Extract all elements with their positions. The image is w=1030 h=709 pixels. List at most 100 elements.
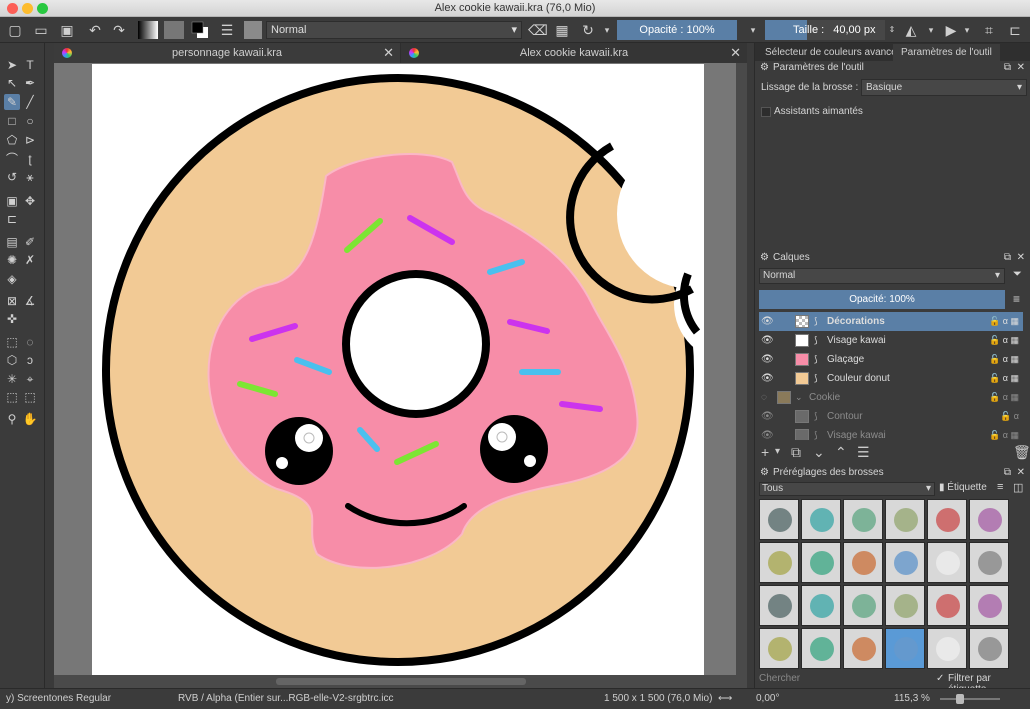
brush-tag-select[interactable]: Tous ▾: [759, 482, 935, 496]
brush-preset-item[interactable]: [843, 628, 883, 669]
fg-bg-color-icon[interactable]: [191, 21, 209, 39]
duplicate-layer-icon[interactable]: ⧉: [791, 442, 801, 462]
open-document-icon[interactable]: ▭: [32, 21, 50, 39]
multibrush-icon[interactable]: ⚹: [22, 169, 38, 185]
close-window-button[interactable]: [7, 3, 18, 14]
size-slider[interactable]: Taille : 40,00 px: [765, 20, 885, 40]
brush-preset-item[interactable]: [801, 628, 841, 669]
eraser-mode-icon[interactable]: ⌫: [528, 21, 548, 39]
layer-opacity-slider[interactable]: Opacité: 100%: [759, 290, 1005, 309]
brush-preset-item[interactable]: [927, 628, 967, 669]
delete-layer-icon[interactable]: 🗑: [1013, 442, 1030, 462]
brush-preset-icon[interactable]: [244, 21, 262, 39]
wrap-around-icon[interactable]: ⌗: [980, 21, 998, 39]
brush-preset-item[interactable]: [885, 585, 925, 626]
layer-flags-icon[interactable]: 🔓 α ▦: [989, 426, 1019, 440]
brush-preset-item[interactable]: [885, 542, 925, 583]
tag-button[interactable]: ▮ Étiquette: [939, 482, 993, 496]
magnetic-select-icon[interactable]: ⬚: [22, 389, 38, 405]
select-shapes-icon[interactable]: ➤: [4, 57, 20, 73]
close-icon[interactable]: ✕: [1017, 60, 1025, 76]
float-icon[interactable]: ⧉: [1004, 465, 1011, 481]
text-tool-icon[interactable]: T: [22, 57, 38, 73]
pan-tool-icon[interactable]: ✋: [22, 411, 38, 427]
edit-shapes-icon[interactable]: ↖: [4, 75, 20, 91]
size-spin-icon[interactable]: ⇕: [888, 21, 896, 39]
tab-alex-cookie[interactable]: Alex cookie kawaii.kra ✕: [401, 43, 747, 63]
layer-blend-select[interactable]: Normal ▾: [759, 268, 1005, 284]
layer-row-visage-2[interactable]: 👁 ⟆ Visage kawai 🔓 α ▦: [759, 426, 1023, 440]
mirror-horizontal-icon[interactable]: ◭: [902, 21, 920, 39]
tab-personnage[interactable]: personnage kawaii.kra ✕: [54, 43, 400, 63]
smart-patch-icon[interactable]: ✺: [4, 252, 20, 268]
pattern-selector[interactable]: [164, 21, 184, 39]
brush-preset-item[interactable]: [885, 628, 925, 669]
layer-row-couleur[interactable]: 👁 ⟆ Couleur donut 🔓 α ▦: [759, 369, 1023, 388]
layer-properties-icon[interactable]: ☰: [857, 442, 870, 462]
brush-preset-item[interactable]: [843, 499, 883, 540]
reference-tool-icon[interactable]: ✜: [4, 311, 20, 327]
brush-preset-item[interactable]: [759, 542, 799, 583]
menu-icon[interactable]: ≡: [1013, 292, 1020, 306]
layer-row-glacage[interactable]: 👁 ⟆ Glaçage 🔓 α ▦: [759, 350, 1023, 369]
brush-preset-item[interactable]: [801, 585, 841, 626]
layer-row-cookie[interactable]: ◌ ⌄ Cookie 🔓 α ▦: [759, 388, 1023, 407]
assistant-tool-icon[interactable]: ✗: [22, 252, 38, 268]
add-layer-icon[interactable]: +: [761, 442, 769, 462]
layer-flags-icon[interactable]: 🔓 α ▦: [989, 369, 1019, 388]
save-icon[interactable]: ▣: [58, 21, 76, 39]
magnetic-assistants-checkbox[interactable]: [761, 107, 771, 117]
brush-preset-item[interactable]: [885, 499, 925, 540]
outline-select-icon[interactable]: ↄ: [22, 352, 38, 368]
smoothing-select[interactable]: Basique ▾: [861, 79, 1027, 96]
layer-row-contour[interactable]: 👁 ⟆ Contour 🔓 α: [759, 407, 1023, 426]
close-icon[interactable]: ✕: [1017, 465, 1025, 481]
rect-select-icon[interactable]: ⬚: [4, 334, 20, 350]
calligraphy-icon[interactable]: ✒: [22, 75, 38, 91]
blend-mode-select[interactable]: Normal ▾: [266, 21, 522, 39]
visibility-icon[interactable]: 👁: [761, 407, 774, 426]
expand-icon[interactable]: ⌄: [795, 388, 803, 407]
layer-flags-icon[interactable]: 🔓 α: [1000, 407, 1019, 426]
move-down-icon[interactable]: ⌄: [813, 442, 825, 462]
crop-tool-icon[interactable]: ⊏: [4, 211, 20, 227]
gradient-tool-icon[interactable]: ▤: [4, 234, 20, 250]
layer-row-decorations[interactable]: 👁 ⟆ Décorations 🔓 α ▦: [759, 312, 1023, 331]
polygon-tool-icon[interactable]: ⬠: [4, 132, 20, 148]
add-dropdown-icon[interactable]: ▾: [775, 442, 780, 462]
view-mode-icon[interactable]: ◫: [1013, 481, 1023, 494]
opacity-slider[interactable]: Opacité : 100%: [617, 20, 737, 40]
status-color-profile[interactable]: RVB / Alpha (Entier sur...RGB-elle-V2-sr…: [178, 689, 393, 709]
redo-icon[interactable]: ↷: [110, 21, 128, 39]
close-icon[interactable]: ✕: [383, 43, 394, 63]
visibility-icon[interactable]: 👁: [761, 350, 774, 369]
layer-flags-icon[interactable]: 🔓 α ▦: [989, 350, 1019, 369]
float-icon[interactable]: ⧉: [1004, 250, 1011, 266]
visibility-icon[interactable]: 👁: [761, 331, 774, 350]
visibility-icon[interactable]: 👁: [761, 312, 774, 331]
brush-preset-item[interactable]: [801, 499, 841, 540]
brush-preset-item[interactable]: [969, 628, 1009, 669]
move-up-icon[interactable]: ⌃: [835, 442, 847, 462]
color-picker-icon[interactable]: ✐: [22, 234, 38, 250]
rotation-reset-icon[interactable]: ⟷: [718, 689, 732, 709]
reload-preset-icon[interactable]: ↻: [580, 21, 596, 39]
crop-icon[interactable]: ⊏: [1006, 21, 1024, 39]
brush-preset-item[interactable]: [927, 585, 967, 626]
freehand-path-icon[interactable]: ʈ: [22, 151, 38, 167]
float-icon[interactable]: ⧉: [1004, 60, 1011, 76]
mirror-v-dropdown-icon[interactable]: ▾: [962, 21, 972, 39]
scroll-thumb[interactable]: [276, 678, 526, 685]
ellipse-tool-icon[interactable]: ○: [22, 113, 38, 129]
layer-flags-icon[interactable]: 🔓 α ▦: [989, 312, 1019, 331]
contiguous-select-icon[interactable]: ✳: [4, 371, 20, 387]
preserve-alpha-icon[interactable]: ▦: [554, 21, 570, 39]
undo-icon[interactable]: ↶: [86, 21, 104, 39]
brush-preset-item[interactable]: [759, 499, 799, 540]
layer-row-visage[interactable]: 👁 ⟆ Visage kawai 🔓 α ▦: [759, 331, 1023, 350]
tab-tool-options[interactable]: Paramètres de l'outil: [893, 44, 1000, 61]
zoom-slider[interactable]: [940, 698, 1000, 700]
brush-preset-item[interactable]: [843, 542, 883, 583]
visibility-icon[interactable]: 👁: [761, 426, 774, 440]
search-input[interactable]: Chercher: [759, 672, 933, 686]
